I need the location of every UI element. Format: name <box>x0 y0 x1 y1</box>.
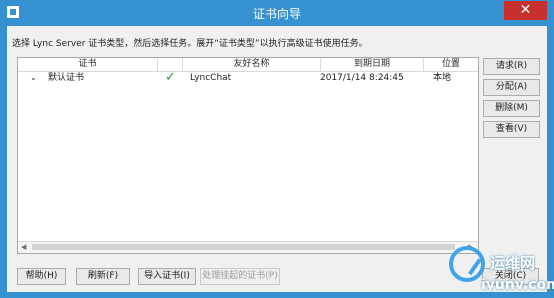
column-location[interactable]: 位置 <box>424 58 478 71</box>
view-button[interactable]: 查看(V) <box>483 121 540 138</box>
close-window-button[interactable]: ✕ <box>504 1 547 20</box>
column-expiry-date[interactable]: 到期日期 <box>321 58 424 71</box>
certificate-name: 默认证书 <box>48 73 85 83</box>
location: 本地 <box>433 73 452 83</box>
watermark-logo-icon <box>449 246 485 282</box>
expiry-date: 2017/1/14 8:24:45 <box>320 73 404 83</box>
request-button[interactable]: 请求(R) <box>483 58 540 75</box>
import-certificate-button[interactable]: 导入证书(I) <box>138 268 196 285</box>
friendly-name: LyncChat <box>190 73 232 83</box>
watermark-title: 运维网 <box>490 254 536 272</box>
watermark: 运维网 iyunv.com <box>447 246 554 296</box>
table-header: 证书 友好名称 到期日期 位置 <box>18 58 478 72</box>
watermark-url: iyunv.com <box>481 277 554 293</box>
table-row[interactable]: ⌄ 默认证书 ✓ LyncChat 2017/1/14 8:24:45 本地 <box>18 70 478 85</box>
scroll-thumb[interactable] <box>32 244 455 250</box>
assign-button[interactable]: 分配(A) <box>483 79 540 96</box>
chevron-down-icon[interactable]: ⌄ <box>30 72 37 84</box>
column-certificate[interactable]: 证书 <box>18 58 158 71</box>
process-pending-certificate-button[interactable]: 处理挂起的证书(P) <box>200 268 280 285</box>
certificate-wizard-window: 证书向导 ✕ 选择 Lync Server 证书类型，然后选择任务。展开“证书类… <box>0 0 554 298</box>
check-icon: ✓ <box>165 70 176 85</box>
title-bar: 证书向导 ✕ <box>0 0 554 26</box>
scroll-left-icon[interactable]: ◀ <box>21 244 28 251</box>
window-title: 证书向导 <box>252 7 301 21</box>
help-button[interactable]: 帮助(H) <box>17 268 66 285</box>
column-friendly-name[interactable]: 友好名称 <box>183 58 321 71</box>
delete-button[interactable]: 删除(M) <box>483 100 540 117</box>
horizontal-scrollbar[interactable]: ◀ ▶ <box>18 241 478 253</box>
refresh-button[interactable]: 刷新(F) <box>76 268 130 285</box>
certificate-table: 证书 友好名称 到期日期 位置 ⌄ 默认证书 ✓ LyncChat 2017/1… <box>17 57 479 254</box>
instruction-text: 选择 Lync Server 证书类型，然后选择任务。展开“证书类型”以执行高级… <box>12 39 368 49</box>
